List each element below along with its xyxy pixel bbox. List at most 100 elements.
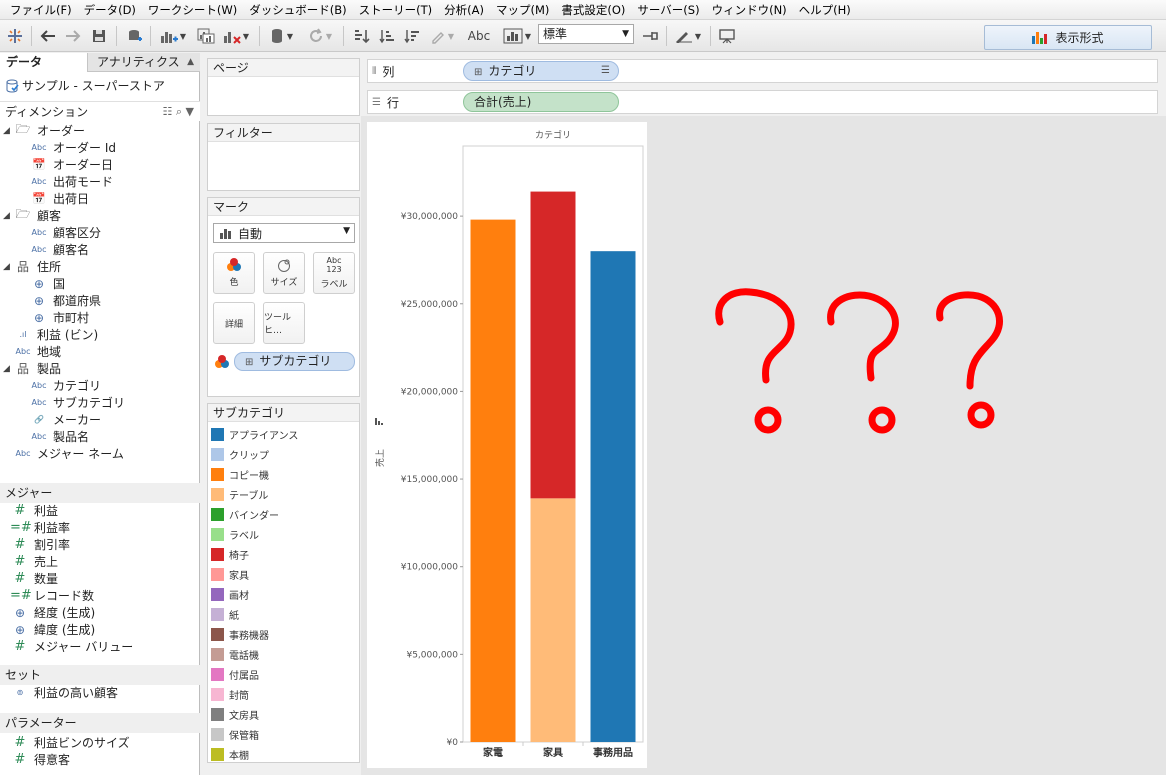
field-item[interactable]: # 割引率 — [0, 536, 70, 553]
expand-plus-icon[interactable]: ⊞ — [245, 357, 253, 368]
collapse-triangle-icon[interactable]: ◢ — [3, 364, 13, 374]
menu-item[interactable]: ワークシート(W) — [142, 2, 243, 18]
legend-item[interactable]: 本棚 — [211, 746, 249, 762]
legend-item[interactable]: 電話機 — [211, 646, 259, 662]
field-item[interactable]: # 得意客 — [0, 751, 70, 768]
sort-descending-icon[interactable] — [401, 25, 423, 47]
x-category-label[interactable]: 事務用品 — [593, 746, 633, 759]
field-item[interactable]: Abc 顧客名 — [19, 241, 90, 258]
menu-item[interactable]: サーバー(S) — [631, 2, 705, 18]
x-category-label[interactable]: 家電 — [483, 746, 503, 759]
legend-item[interactable]: テーブル — [211, 486, 268, 502]
show-mark-labels-button[interactable]: Abc — [465, 25, 493, 47]
new-worksheet-icon[interactable]: ▼ — [157, 25, 189, 47]
menu-item[interactable]: データ(D) — [78, 2, 142, 18]
legend-item[interactable]: 封筒 — [211, 686, 249, 702]
rows-shelf[interactable]: ☰ 行 合計(売上) — [367, 90, 1158, 114]
refresh-icon[interactable]: ▼ — [304, 25, 336, 47]
field-item[interactable]: ◢ 品住所 — [3, 258, 61, 275]
field-item[interactable]: ◢ 🗁 顧客 — [3, 207, 61, 224]
field-item[interactable]: ⊕ 国 — [19, 275, 65, 292]
bar-segment[interactable] — [530, 498, 576, 742]
view-list-icon[interactable]: ☷ — [162, 105, 172, 118]
field-item[interactable]: =# 利益率 — [0, 519, 70, 536]
dimension-tools[interactable]: ☷ ⌕ ▼ — [162, 102, 194, 122]
bar-segment[interactable] — [470, 219, 516, 742]
subcategory-color-pill[interactable]: ⊞ サブカテゴリ — [234, 352, 355, 371]
detail-mark-button[interactable]: 詳細 — [213, 302, 255, 344]
collapse-triangle-icon[interactable]: ◢ — [3, 262, 13, 272]
field-item[interactable]: Abc カテゴリ — [19, 377, 102, 394]
legend-item[interactable]: コピー機 — [211, 466, 269, 482]
field-item[interactable]: # メジャー バリュー — [0, 638, 134, 655]
legend-item[interactable]: 家具 — [211, 566, 249, 582]
tableau-logo-icon[interactable] — [4, 25, 26, 47]
field-item[interactable]: ⊕ 都道府県 — [19, 292, 101, 309]
filters-card[interactable]: フィルター — [207, 123, 360, 191]
legend-item[interactable]: 保管箱 — [211, 726, 259, 742]
redo-icon[interactable] — [62, 25, 84, 47]
field-item[interactable]: ⊕ 経度 (生成) — [0, 604, 95, 621]
undo-icon[interactable] — [37, 25, 59, 47]
annotate-pen-icon[interactable]: ▼ — [672, 25, 704, 47]
legend-item[interactable]: 付属品 — [211, 666, 259, 682]
bar-segment[interactable] — [590, 251, 636, 743]
label-mark-button[interactable]: Abc 123 ラベル — [313, 252, 355, 294]
legend-item[interactable]: 紙 — [211, 606, 239, 622]
fix-axes-pin-icon[interactable] — [640, 25, 662, 47]
field-item[interactable]: Abc 出荷モード — [19, 173, 114, 190]
menu-item[interactable]: ヘルプ(H) — [793, 2, 857, 18]
expand-plus-icon[interactable]: ⊞ — [474, 67, 482, 78]
tooltip-mark-button[interactable]: ツールヒ… — [263, 302, 305, 344]
field-item[interactable]: Abc 顧客区分 — [19, 224, 102, 241]
field-item[interactable]: Abc サブカテゴリ — [19, 394, 126, 411]
pause-updates-icon[interactable]: ▼ — [266, 25, 298, 47]
field-item[interactable]: ⊕ 緯度 (生成) — [0, 621, 95, 638]
legend-item[interactable]: 画材 — [211, 586, 249, 602]
menu-item[interactable]: 書式設定(O) — [555, 2, 631, 18]
highlight-icon[interactable]: ▼ — [426, 25, 458, 47]
bar-segment[interactable] — [530, 191, 576, 499]
number-format-select[interactable]: 標準 ▼ — [538, 24, 634, 44]
fit-chart-icon[interactable]: ▼ — [500, 25, 534, 47]
collapse-triangle-icon[interactable]: ◢ — [3, 211, 13, 221]
tab-data[interactable]: データ — [0, 53, 88, 72]
field-item[interactable]: ⊕ 市町村 — [19, 309, 89, 326]
tab-analytics[interactable]: アナリティクス ▲ — [89, 53, 200, 72]
legend-item[interactable]: 文房具 — [211, 706, 259, 722]
sum-sales-row-pill[interactable]: 合計(売上) — [463, 92, 619, 112]
field-item[interactable]: # 利益 — [0, 502, 58, 519]
duplicate-sheet-icon[interactable] — [195, 25, 217, 47]
field-item[interactable]: Abc 製品名 — [19, 428, 90, 445]
y-axis-label[interactable]: 売上 — [374, 449, 386, 467]
legend-item[interactable]: クリップ — [211, 446, 269, 462]
field-item[interactable]: # 売上 — [0, 553, 58, 570]
field-item[interactable]: # 利益ビンのサイズ — [0, 734, 130, 751]
size-mark-button[interactable]: サイズ — [263, 252, 305, 294]
legend-item[interactable]: アプライアンス — [211, 426, 298, 442]
color-mark-button[interactable]: 色 — [213, 252, 255, 294]
legend-item[interactable]: ラベル — [211, 526, 259, 542]
mark-type-select[interactable]: 自動 ▼ — [213, 223, 355, 243]
legend-item[interactable]: 事務機器 — [211, 626, 269, 642]
collapse-triangle-icon[interactable]: ◢ — [3, 126, 13, 136]
menu-item[interactable]: ダッシュボード(B) — [243, 2, 352, 18]
clear-sheet-icon[interactable]: ▼ — [220, 25, 252, 47]
show-me-button[interactable]: 表示形式 — [984, 25, 1152, 50]
menu-item[interactable]: ウィンドウ(N) — [706, 2, 793, 18]
menu-item[interactable]: ファイル(F) — [4, 2, 78, 18]
menu-item[interactable]: マップ(M) — [490, 2, 555, 18]
field-item[interactable]: =# レコード数 — [0, 587, 94, 604]
field-item[interactable]: ◢ 🗁 オーダー — [3, 122, 85, 139]
columns-shelf[interactable]: ⦀ 列 ⊞ カテゴリ ☰ — [367, 59, 1158, 83]
search-icon[interactable]: ⌕ — [176, 105, 182, 118]
field-item[interactable]: Abc メジャー ネーム — [3, 445, 124, 462]
sort-ascending-icon[interactable] — [376, 25, 398, 47]
datasource-item[interactable]: サンプル - スーパーストア — [6, 77, 165, 94]
bar-chart[interactable]: カテゴリ ¥0 ¥5,000,000 ¥10,000,000 ¥15,000,000 ¥2… — [367, 122, 647, 768]
new-datasource-icon[interactable] — [124, 25, 146, 47]
legend-item[interactable]: バインダー — [211, 506, 279, 522]
field-item[interactable]: .ıl 利益 (ビン) — [3, 326, 99, 343]
field-item[interactable]: # 数量 — [0, 570, 58, 587]
pages-card[interactable]: ページ — [207, 58, 360, 116]
